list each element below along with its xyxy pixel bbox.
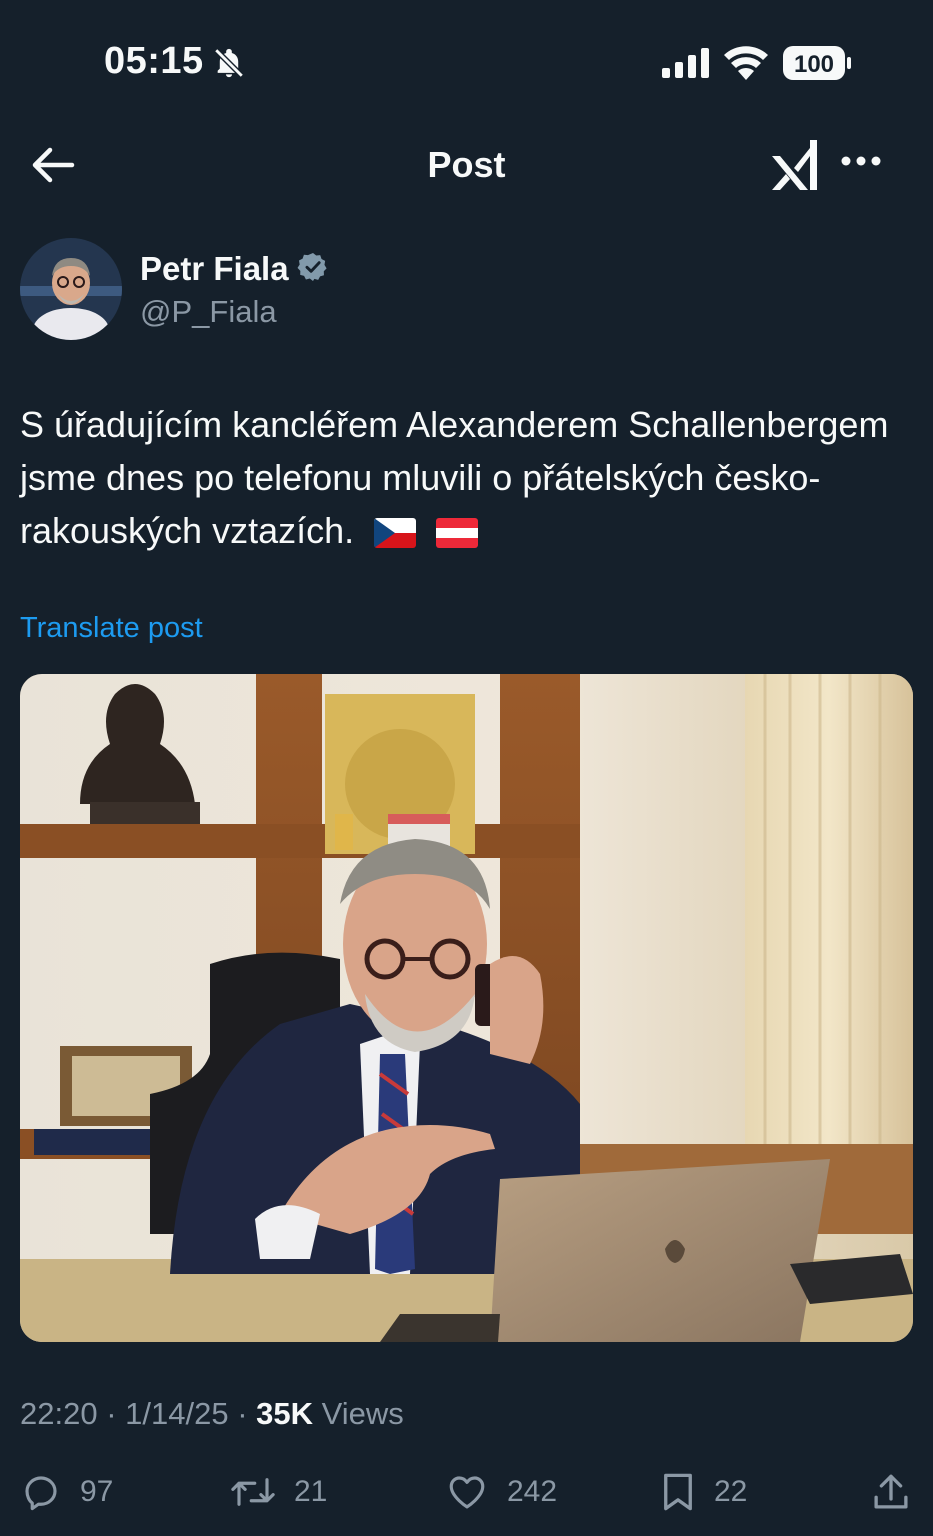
author-name[interactable]: Petr Fiala bbox=[140, 250, 289, 288]
translate-post-link[interactable]: Translate post bbox=[20, 612, 203, 645]
share-button[interactable] bbox=[870, 1462, 912, 1522]
share-icon bbox=[874, 1474, 908, 1509]
cellular-signal-icon bbox=[662, 48, 710, 83]
wifi-icon bbox=[724, 46, 768, 85]
post-body: S úřadujícím kancléřem Alexanderem Schal… bbox=[20, 398, 920, 557]
like-button[interactable]: 242 bbox=[445, 1462, 557, 1522]
heart-icon bbox=[449, 1476, 485, 1509]
views-label: Views bbox=[321, 1396, 404, 1431]
bell-muted-icon bbox=[212, 46, 246, 85]
status-bar: 05:15 100 bbox=[0, 0, 933, 120]
post-photo[interactable] bbox=[20, 674, 913, 1342]
battery-level: 100 bbox=[794, 51, 834, 78]
bookmark-button[interactable]: 22 bbox=[660, 1462, 747, 1522]
repost-count: 21 bbox=[294, 1475, 328, 1508]
repost-icon bbox=[231, 1478, 275, 1506]
like-count: 242 bbox=[507, 1475, 558, 1508]
bookmark-icon bbox=[664, 1473, 692, 1511]
grok-icon[interactable] bbox=[770, 138, 820, 197]
bookmark-count: 22 bbox=[714, 1475, 748, 1508]
more-options-icon[interactable] bbox=[840, 154, 882, 172]
views-count: 35K bbox=[256, 1396, 314, 1431]
post-meta: 22:20 · 1/14/25 · 35K Views bbox=[20, 1396, 404, 1431]
action-bar: 97 21 242 22 bbox=[0, 1462, 933, 1522]
reply-button[interactable]: 97 bbox=[20, 1462, 113, 1522]
cz-flag-emoji bbox=[374, 518, 417, 549]
at-flag-emoji bbox=[436, 518, 479, 549]
status-time: 05:15 bbox=[104, 40, 204, 82]
avatar[interactable] bbox=[20, 238, 122, 340]
battery-icon: 100 bbox=[782, 45, 852, 86]
reply-count: 97 bbox=[80, 1475, 114, 1508]
repost-button[interactable]: 21 bbox=[230, 1462, 327, 1522]
post-time: 22:20 bbox=[20, 1396, 98, 1431]
author-name-row: Petr Fiala bbox=[140, 250, 329, 288]
author-handle[interactable]: @P_Fiala bbox=[140, 294, 277, 330]
reply-icon bbox=[25, 1476, 57, 1511]
verified-badge-icon bbox=[297, 251, 329, 288]
top-nav: Post bbox=[0, 120, 933, 210]
post-date: 1/14/25 bbox=[125, 1396, 229, 1431]
post-author: Petr Fiala @P_Fiala bbox=[20, 238, 920, 342]
